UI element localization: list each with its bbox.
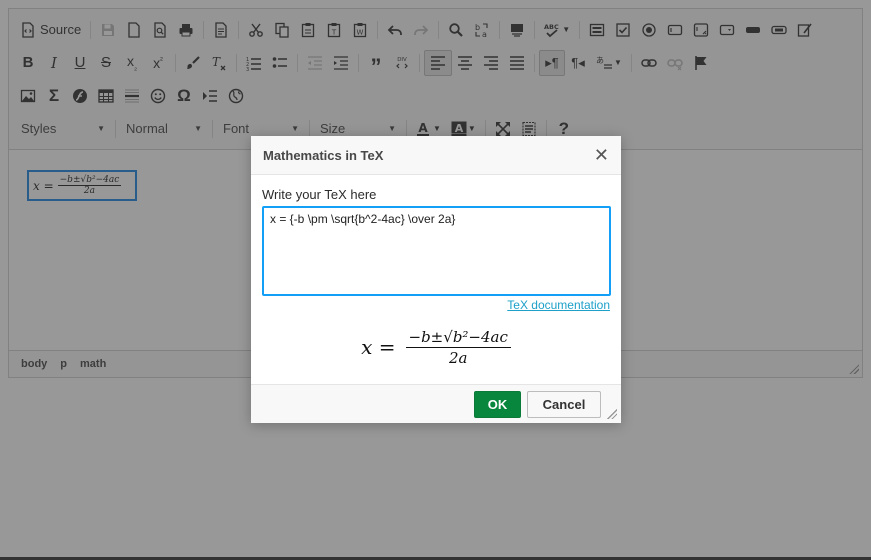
dialog-body: Write your TeX here x = {-b \pm \sqrt{b^… xyxy=(251,175,621,382)
formula-preview: x = −b±√b²−4ac 2a xyxy=(262,312,610,382)
tex-input[interactable]: x = {-b \pm \sqrt{b^2-4ac} \over 2a} xyxy=(262,206,611,296)
tex-field-label: Write your TeX here xyxy=(262,187,377,202)
preview-fraction: −b±√b²−4ac 2a xyxy=(405,328,511,367)
preview-lhs: x = xyxy=(361,335,396,359)
cancel-button[interactable]: Cancel xyxy=(527,390,601,418)
preview-denominator: 2a xyxy=(448,348,468,367)
dialog-title-bar[interactable]: Mathematics in TeX ✕ xyxy=(251,136,621,175)
ok-button[interactable]: OK xyxy=(474,390,521,418)
dialog-footer: OK Cancel xyxy=(251,384,621,423)
tex-documentation-link[interactable]: TeX documentation xyxy=(262,298,610,312)
close-icon[interactable]: ✕ xyxy=(594,145,609,166)
mathematics-dialog: Mathematics in TeX ✕ Write your TeX here… xyxy=(251,136,621,423)
dialog-resize-handle[interactable] xyxy=(607,409,617,419)
dialog-title: Mathematics in TeX xyxy=(263,147,384,163)
preview-numerator: −b±√b²−4ac xyxy=(405,328,511,348)
